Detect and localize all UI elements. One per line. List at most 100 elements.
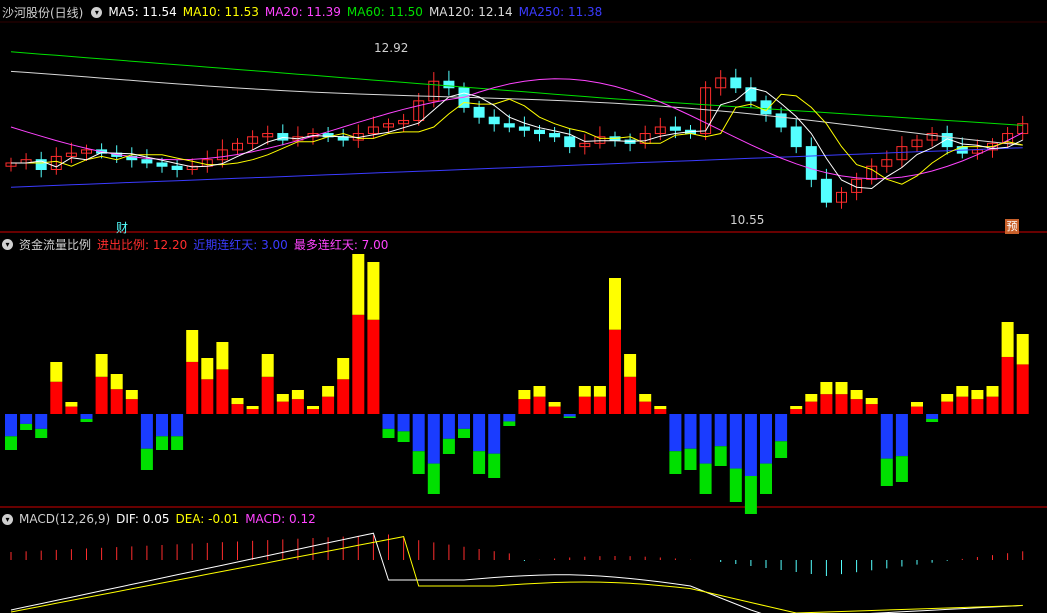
forecast-marker[interactable]: 预 [1005,219,1019,234]
flow-bar-out-extra [458,428,470,438]
candle-body [488,116,500,125]
flow-bar-in [307,409,319,414]
ma20-label: MA20: 11.39 [264,5,341,19]
ma250-line [10,147,1023,188]
flow-bar-out-extra [427,463,440,494]
flow-bar-in-extra [850,390,863,400]
flow-bar-out-extra [442,438,455,454]
flow-bar-in [865,404,878,414]
in-out-ratio-label: 进出比例: 12.20 [97,237,188,252]
flow-bar-in-extra [231,398,244,405]
flow-bar-out-extra [35,428,48,438]
candle-body [730,77,742,89]
flow-bar-in-extra [1016,334,1029,365]
flow-bar-in-extra [352,254,365,315]
flow-bar-in [548,406,561,414]
flow-bar-in-extra [865,398,878,405]
flow-bar-in [291,399,304,414]
flow-bar-in-extra [805,394,818,402]
flow-bar-out [442,414,455,439]
flow-bar-out [880,414,893,459]
fund-flow-panel[interactable] [5,254,1029,514]
flow-bar-out [140,414,153,449]
ma10-line [11,93,1023,185]
flow-bar-in [820,394,833,414]
flow-bar-in [1016,364,1029,414]
flow-bar-in-extra [125,390,138,400]
flow-bar-out [563,414,576,417]
flow-bar-in [593,396,606,414]
macd-value-label: MACD: 0.12 [245,512,316,526]
flow-bar-in [231,404,244,414]
candlestick-panel[interactable] [5,51,1029,209]
max-red-days-label: 最多连红天: 7.00 [293,237,389,252]
flow-bar-in-extra [956,386,969,397]
flow-bar-in-extra [639,394,652,402]
flow-bar-in [971,399,984,414]
flow-bar-out [503,414,516,422]
ma10-label: MA10: 11.53 [182,5,259,19]
flow-bar-out-extra [669,451,682,474]
candle-body [549,133,561,138]
flow-bar-in-extra [367,262,380,320]
flow-bar-in-extra [216,342,229,370]
macd-title: MACD(12,26,9) [19,512,111,526]
candle-body [156,162,168,167]
flow-bar-in-extra [65,402,78,407]
flow-bar-in [65,406,78,414]
dif-line [10,532,1023,613]
flow-bar-in [95,376,108,414]
candle-body [141,159,153,164]
flow-bar-in-extra [186,330,199,362]
flow-bar-in [322,396,335,414]
flow-bar-in-extra [518,390,531,400]
flow-bar-out-extra [744,476,757,514]
flow-bar-in-extra [548,402,561,407]
macd-header: ▾ MACD(12,26,9) DIF: 0.05 DEA: -0.01 MAC… [0,510,322,528]
candle-body [518,126,530,131]
flow-bar-in [624,376,637,414]
flow-bar-in-extra [291,390,304,400]
flow-bar-out [412,414,425,452]
fund-flow-title: 资金流量比例 [19,237,92,252]
dif-label: DIF: 0.05 [116,512,170,526]
flow-bar-in [110,389,123,414]
candle-body [790,126,802,148]
flow-bar-out [760,414,772,464]
flow-bar-in-extra [820,382,833,395]
fund-flow-header: ▾ 资金流量比例 进出比例: 12.20 近期连红天: 3.00 最多连红天: … [0,235,394,253]
flow-bar-in-extra [624,354,637,377]
flow-bar-out-extra [503,421,516,426]
macd-panel[interactable] [10,532,1024,613]
flow-bar-out [473,414,486,452]
flow-bar-out [397,414,410,432]
flow-bar-out [775,414,788,442]
flow-bar-in [654,409,667,414]
flow-bar-in [578,396,591,414]
chevron-down-icon[interactable]: ▾ [2,513,13,525]
flow-bar-out-extra [775,441,788,458]
flow-bar-in [805,401,818,414]
candle-body [564,136,576,148]
candle-body [503,123,515,128]
flow-bar-out [5,414,17,437]
flow-bar-in-extra [110,374,123,390]
flow-bar-in-extra [1001,322,1014,357]
flow-bar-in [911,406,923,414]
flow-bar-out-extra [684,448,697,470]
finance-marker[interactable]: 财 [116,219,128,236]
flow-bar-in [850,399,863,414]
flow-bar-out [458,414,470,429]
flow-bar-in [609,329,621,414]
chevron-down-icon[interactable]: ▾ [91,6,103,18]
flow-bar-in-extra [609,278,621,330]
flow-bar-out-extra [729,468,742,502]
flow-bar-in-extra [307,406,319,410]
chevron-down-icon[interactable]: ▾ [2,238,13,250]
flow-bar-out [488,414,501,454]
flow-bar-in-extra [971,390,984,400]
flow-bar-in [246,409,259,414]
flow-bar-out [20,414,33,424]
flow-bar-out [895,414,908,457]
stock-title: 沙河股份(日线) [2,5,84,20]
